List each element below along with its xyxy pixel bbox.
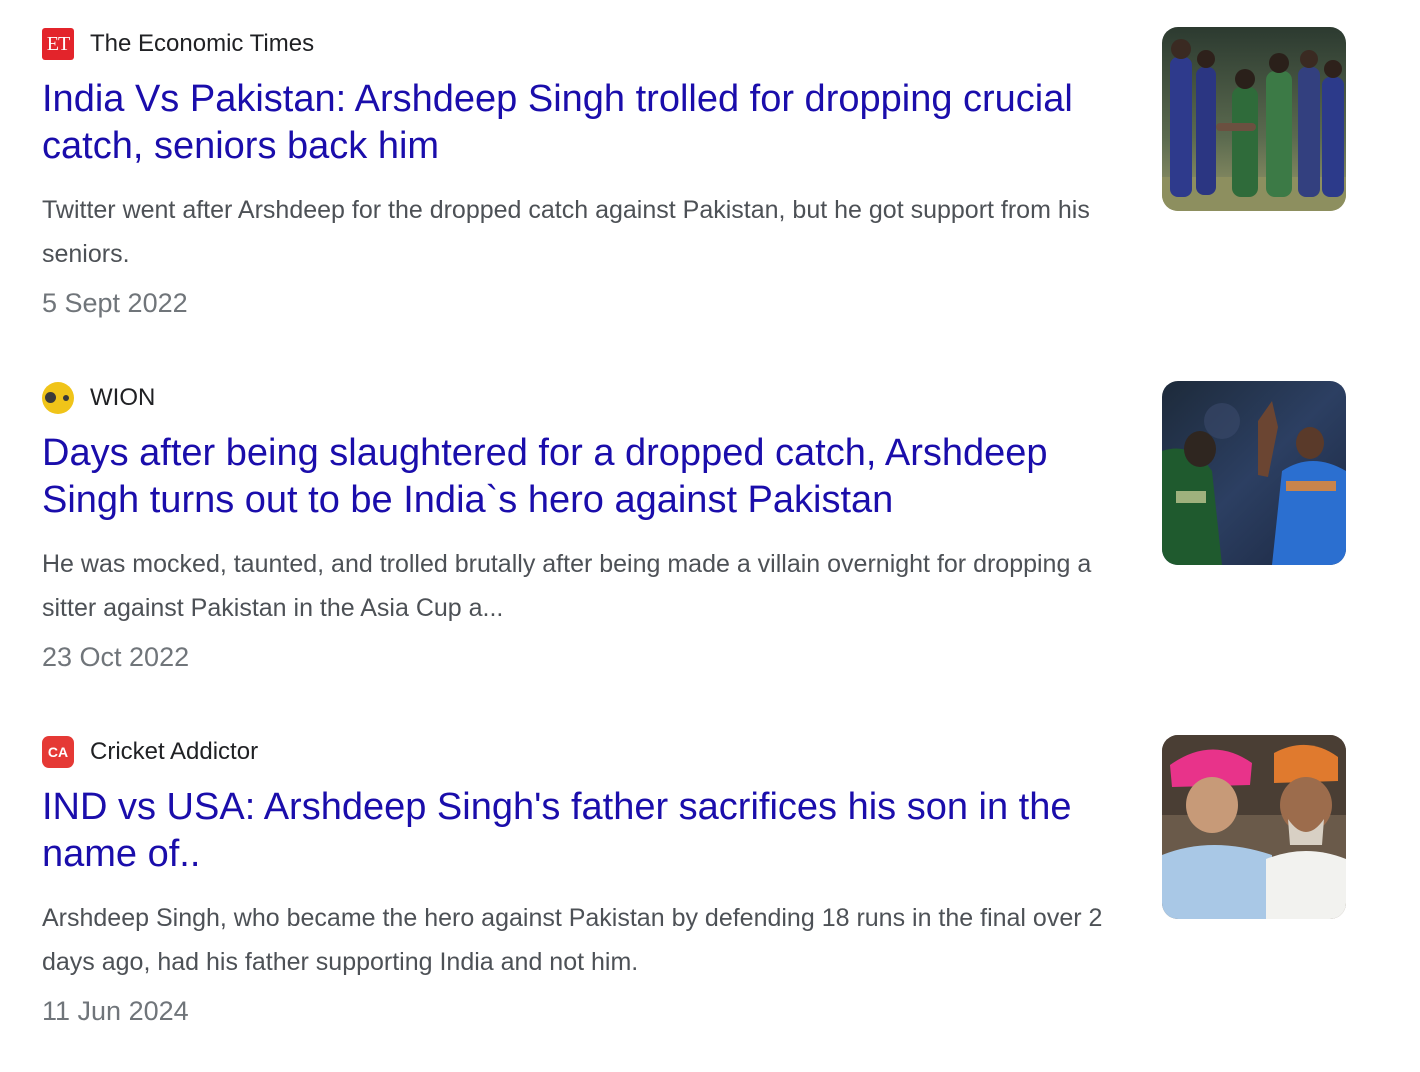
result-date: 11 Jun 2024 — [42, 996, 189, 1026]
result-headline-link[interactable]: IND vs USA: Arshdeep Singh's father sacr… — [42, 784, 1142, 878]
cricket-players-handshake-photo-icon — [1162, 27, 1346, 211]
source-name: Cricket Addictor — [90, 738, 259, 765]
result-headline-link[interactable]: Days after being slaughtered for a dropp… — [42, 430, 1142, 524]
result-thumbnail-image[interactable] — [1162, 735, 1346, 919]
result-date: 5 Sept 2022 — [42, 288, 188, 318]
cricket-player-celebrating-photo-icon — [1162, 381, 1346, 565]
result-headline-link[interactable]: India Vs Pakistan: Arshdeep Singh trolle… — [42, 76, 1142, 170]
source-name: The Economic Times — [90, 30, 315, 57]
source-row[interactable]: ET The Economic Times — [42, 27, 314, 61]
source-name: WION — [90, 384, 156, 411]
cricket-addictor-logo-icon: CA — [42, 736, 74, 768]
result-snippet: He was mocked, taunted, and trolled brut… — [42, 550, 1092, 622]
father-and-son-turbans-photo-icon — [1162, 735, 1346, 919]
result-snippet: Twitter went after Arshdeep for the drop… — [42, 196, 1090, 268]
wion-logo-icon — [42, 382, 74, 414]
favicon-text: CA — [47, 744, 69, 760]
result-date: 23 Oct 2022 — [42, 642, 190, 672]
favicon-text: ET — [46, 32, 70, 55]
result-thumbnail-image[interactable] — [1162, 27, 1346, 211]
source-row[interactable]: CA Cricket Addictor — [42, 735, 258, 769]
result-thumbnail-image[interactable] — [1162, 381, 1346, 565]
economic-times-logo-icon: ET — [42, 28, 74, 60]
result-snippet: Arshdeep Singh, who became the hero agai… — [42, 904, 1103, 976]
source-row[interactable]: WION — [42, 381, 155, 415]
